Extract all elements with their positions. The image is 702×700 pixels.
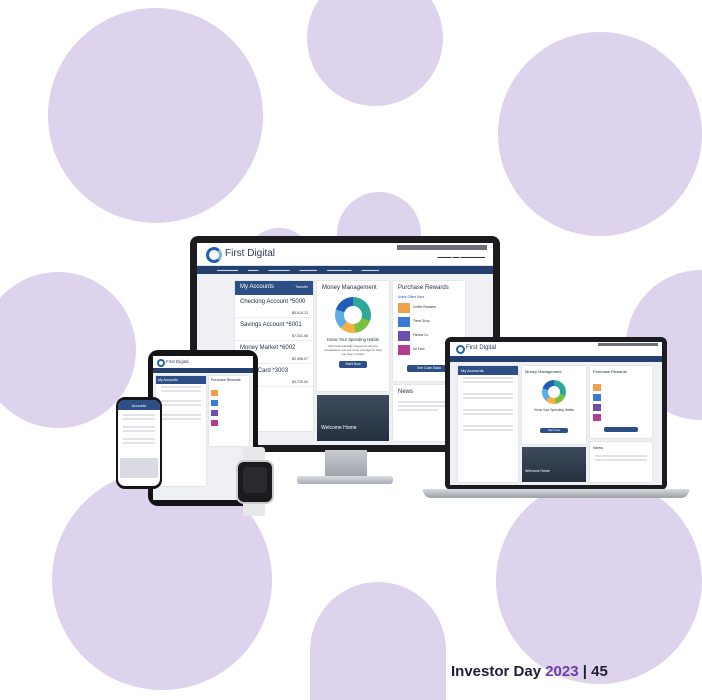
bg-circle-7 (310, 582, 446, 700)
account-row[interactable]: Checking Account *5000 $5,014.13 (235, 295, 313, 318)
laptop-brand: First Digital (466, 345, 497, 351)
reward-tile-airflow[interactable] (398, 345, 410, 355)
accounts-title: My Accounts (240, 284, 275, 290)
account-row[interactable]: Savings Account *6001 $7,031.08 (235, 318, 313, 341)
event-year: 2023 (545, 663, 579, 680)
money-title: Money Management (322, 285, 377, 291)
smartwatch (236, 460, 274, 504)
bg-circle-1 (48, 8, 263, 223)
phone-title: Accounts (118, 400, 160, 410)
bg-circle-2 (307, 0, 443, 106)
welcome-home-promo[interactable]: Welcome Home (317, 395, 389, 441)
utility-bar (397, 245, 487, 250)
laptop-header: First Digital (450, 342, 662, 356)
welcome-line: ▬▬▬▬ ▬▬ ▬▬▬▬▬▬▬ (437, 255, 485, 259)
start-now-button[interactable]: Start Now (339, 361, 367, 368)
bg-circle-3 (498, 32, 702, 236)
nav-item[interactable]: ▬▬▬▬▬▬ (269, 266, 290, 274)
reward-tile-coffee[interactable] (398, 303, 410, 313)
transfer-button[interactable]: Transfer (295, 285, 308, 289)
laptop-rewards-panel: Purchase Rewards (590, 366, 652, 438)
money-management-panel: Money Management Know Your Spending Habi… (317, 281, 389, 391)
laptop-accounts-panel: My Accounts (458, 366, 518, 482)
tablet-accounts-panel: My Accounts (156, 376, 206, 486)
donut-hole (344, 306, 362, 324)
reward-tile-fitness[interactable] (398, 331, 410, 341)
smartphone: Accounts (116, 397, 162, 489)
laptop-money-panel: Money Management Know Your Spending Habi… (522, 366, 586, 444)
bg-circle-8 (496, 478, 702, 684)
nav-item[interactable]: ▬▬▬▬▬▬ (217, 266, 238, 274)
rewards-title: Purchase Rewards (398, 285, 449, 291)
nav-item[interactable]: ▬▬▬▬▬ (362, 266, 380, 274)
laptop-news-panel: News (590, 442, 652, 482)
app-header: First Digital ▬▬▬▬ ▬▬ ▬▬▬▬▬▬▬ (197, 243, 493, 266)
tab-more[interactable]: More (417, 295, 424, 299)
monitor-stand-foot (297, 476, 393, 484)
brand-logo-icon (456, 345, 465, 354)
phone-photo-card[interactable] (120, 458, 158, 478)
money-headline: Know Your Spending Habits (327, 337, 379, 342)
brand-logo-icon (157, 359, 165, 367)
money-body: We'll automatically categorize all your … (324, 344, 382, 356)
tablet-rewards-panel: Purchase Rewards (209, 376, 249, 446)
laptop-base (423, 489, 689, 498)
tablet-brand: First Digital (166, 359, 189, 364)
nav-item[interactable]: ▬▬▬▬▬▬▬ (327, 266, 352, 274)
brand-name: First Digital (225, 248, 276, 259)
watch-notification[interactable] (243, 467, 267, 493)
tab-active-offers[interactable]: Active Offers (398, 295, 416, 299)
footer-separator: | (582, 663, 587, 680)
laptop-start-button[interactable]: Start Now (540, 428, 568, 433)
laptop-nav[interactable] (450, 356, 662, 362)
accounts-header: My Accounts Transfer (235, 281, 313, 295)
nav-item[interactable]: ▬▬▬▬▬ (300, 266, 318, 274)
monitor-stand-neck (325, 450, 367, 478)
main-nav[interactable]: ▬▬▬▬▬▬ ▬▬▬ ▬▬▬▬▬▬ ▬▬▬▬▬ ▬▬▬▬▬▬▬ ▬▬▬▬▬ (197, 266, 493, 274)
page-number: 45 (591, 663, 608, 680)
laptop-screen: First Digital My Accounts Money Manageme… (445, 337, 667, 490)
event-name: Investor Day (451, 663, 542, 680)
reward-tile-trend[interactable] (398, 317, 410, 327)
laptop-promo[interactable]: Welcome Home (522, 447, 586, 482)
promo-title: Welcome Home (321, 425, 357, 431)
footer-label: Investor Day 2023 | 45 (451, 663, 608, 680)
brand-logo-icon (206, 247, 222, 263)
nav-item[interactable]: ▬▬▬ (248, 266, 259, 274)
